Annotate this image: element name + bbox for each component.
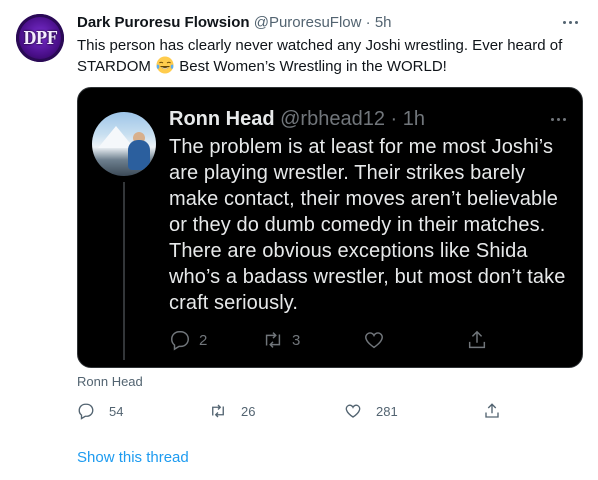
face-with-tears-of-joy-icon xyxy=(156,56,174,74)
reply-button[interactable]: 54 xyxy=(77,400,123,422)
heart-icon xyxy=(365,332,383,349)
tweet-text: This person has clearly never watched an… xyxy=(77,36,577,77)
quoted-display-name[interactable]: Ronn Head xyxy=(169,108,275,130)
display-name[interactable]: Dark Puroresu Flowsion xyxy=(77,14,250,31)
reply-icon xyxy=(171,331,189,351)
quoted-more-options-icon[interactable] xyxy=(546,110,570,128)
quoted-like-button[interactable] xyxy=(363,328,393,352)
thread-line xyxy=(123,182,125,360)
quoted-text: The problem is at least for me most Josh… xyxy=(169,136,566,314)
quoted-header: Ronn Head @rbhead12 · 1h xyxy=(169,106,425,132)
quoted-tweet[interactable]: Ronn Head @rbhead12 · 1h The problem is … xyxy=(77,87,583,368)
share-icon xyxy=(485,403,499,418)
quoted-reply-count: 2 xyxy=(199,331,208,349)
show-thread-link[interactable]: Show this thread xyxy=(77,449,189,466)
retweet-icon xyxy=(265,332,281,348)
like-count: 281 xyxy=(376,403,398,419)
share-button[interactable] xyxy=(483,400,515,422)
reply-icon xyxy=(78,403,94,420)
quoted-separator-dot: · xyxy=(390,108,398,130)
separator-dot: · xyxy=(365,14,371,31)
reply-count: 54 xyxy=(109,403,124,419)
heart-icon xyxy=(345,404,361,418)
quoted-actions: 2 3 xyxy=(169,328,569,352)
tweet-actions: 54 26 281 xyxy=(77,400,577,422)
quoted-handle[interactable]: @rbhead12 xyxy=(280,108,385,130)
handle[interactable]: @PuroresuFlow xyxy=(254,14,362,31)
more-options-icon[interactable] xyxy=(558,12,582,32)
quoted-avatar[interactable] xyxy=(92,112,156,176)
retweet-icon xyxy=(212,404,224,418)
quoted-retweet-button[interactable]: 3 xyxy=(262,328,300,352)
avatar-logo: DPF xyxy=(23,27,57,49)
quoted-retweet-count: 3 xyxy=(292,331,301,349)
quoted-timestamp[interactable]: 1h xyxy=(403,108,425,130)
like-button[interactable]: 281 xyxy=(344,400,398,422)
timestamp[interactable]: 5h xyxy=(375,14,392,31)
tweet: DPF Dark Puroresu Flowsion @PuroresuFlow… xyxy=(0,0,598,480)
retweet-count: 26 xyxy=(241,403,256,419)
quoted-share-button[interactable] xyxy=(466,328,496,352)
retweet-button[interactable]: 26 xyxy=(209,400,255,422)
quoted-reply-button[interactable]: 2 xyxy=(169,328,207,352)
tweet-text-part2: Best Women’s Wrestling in the WORLD! xyxy=(179,58,447,75)
tweet-header: Dark Puroresu Flowsion @PuroresuFlow · 5… xyxy=(77,14,578,32)
avatar[interactable]: DPF xyxy=(16,14,64,62)
attribution-label[interactable]: Ronn Head xyxy=(77,374,143,389)
share-icon xyxy=(468,330,486,349)
